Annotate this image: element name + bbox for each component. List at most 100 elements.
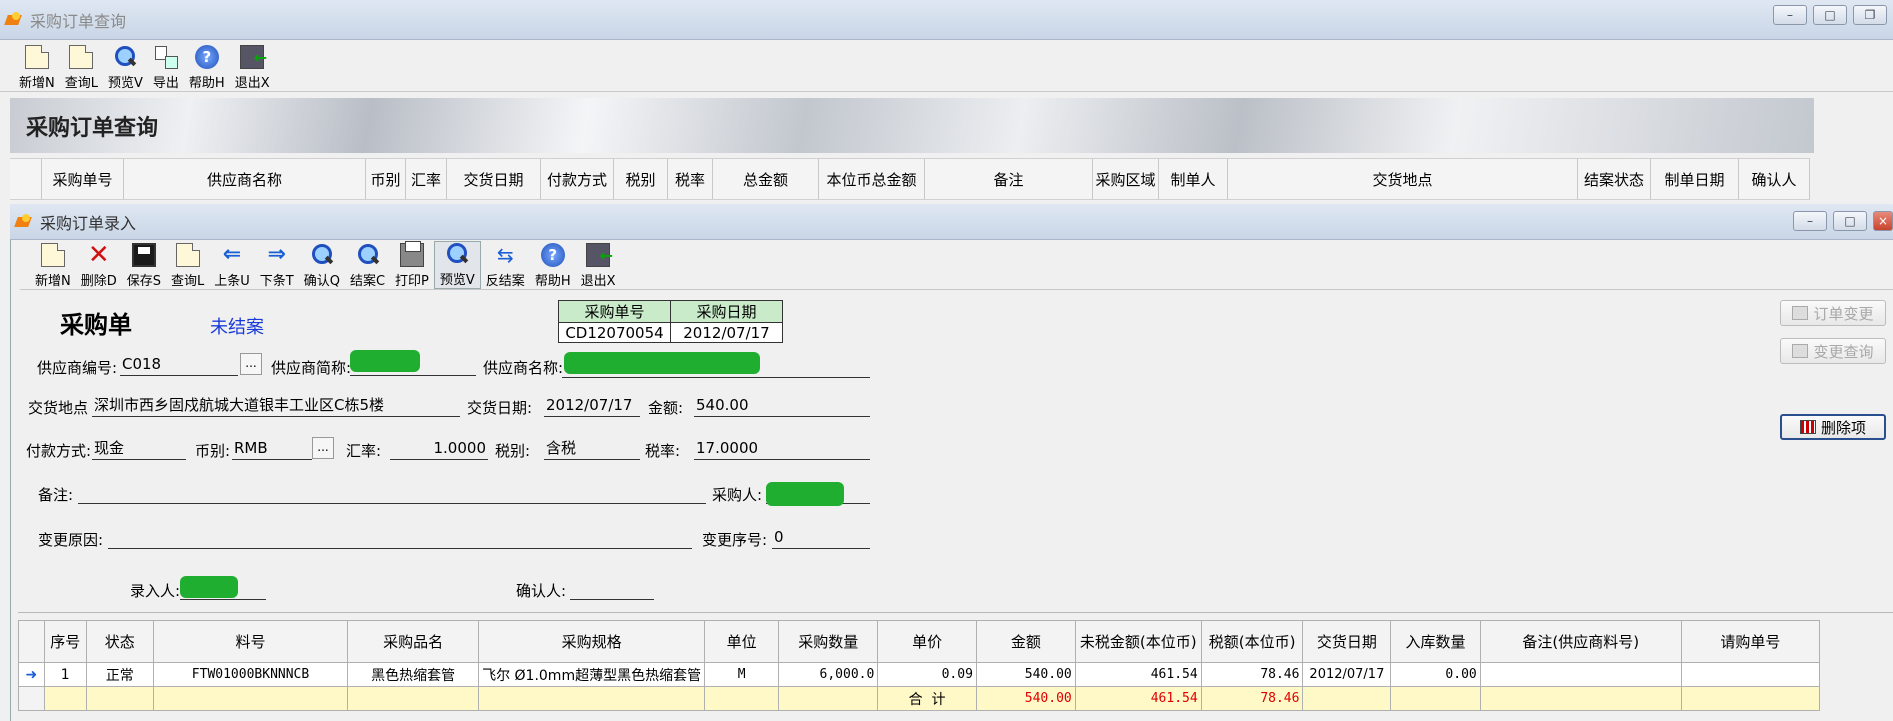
cell-spec[interactable]: 飞尔 Ø1.0mm超薄型黑色热缩套管 <box>478 662 706 687</box>
exit-button[interactable]: 退出X <box>576 241 621 289</box>
col-header[interactable]: 税额(本位币) <box>1200 620 1304 663</box>
cell-tax[interactable]: 78.46 <box>1200 662 1304 687</box>
change-seq-input[interactable]: 0 <box>772 527 870 549</box>
new-button[interactable]: 新增N <box>30 241 76 289</box>
close-case-button[interactable]: 结案C <box>345 241 390 289</box>
col-header[interactable]: 币别 <box>366 159 406 199</box>
cell-net[interactable]: 461.54 <box>1074 662 1202 687</box>
col-header[interactable]: 交货日期 <box>447 159 541 199</box>
col-header[interactable]: 结案状态 <box>1578 159 1651 199</box>
col-header[interactable]: 请购单号 <box>1680 620 1821 663</box>
cell-received[interactable]: 0.00 <box>1390 662 1481 687</box>
total-cell <box>704 686 780 711</box>
outer-minimize-button[interactable]: – <box>1773 5 1807 25</box>
outer-maximize-button[interactable]: □ <box>1813 5 1847 25</box>
tax-type-input[interactable]: 含税 <box>544 438 640 460</box>
col-header[interactable]: 单价 <box>877 620 977 663</box>
save-button[interactable]: 保存S <box>122 241 166 289</box>
col-header[interactable]: 本位币总金额 <box>819 159 925 199</box>
col-header[interactable]: 付款方式 <box>541 159 614 199</box>
cell-remark[interactable] <box>1479 662 1682 687</box>
delivery-date-input[interactable]: 2012/07/17 <box>544 395 640 417</box>
total-tax: 78.46 <box>1200 686 1304 711</box>
reverse-close-button[interactable]: 反结案 <box>481 241 530 289</box>
prev-button[interactable]: ⇐ 上条U <box>209 241 255 290</box>
row-indicator <box>18 686 45 711</box>
col-header[interactable]: 采购数量 <box>778 620 879 663</box>
remark-input[interactable] <box>78 482 706 504</box>
outer-preview-button[interactable]: 预览V <box>103 43 148 91</box>
outer-help-button[interactable]: ? 帮助H <box>184 43 230 91</box>
inner-minimize-button[interactable]: – <box>1793 211 1827 231</box>
col-header[interactable]: 未税金额(本位币) <box>1074 620 1202 663</box>
col-header[interactable]: 制单日期 <box>1651 159 1739 199</box>
help-button[interactable]: ? 帮助H <box>530 241 576 289</box>
cell-part[interactable]: FTW01000BKNNNCB <box>152 662 349 687</box>
col-header[interactable]: 序号 <box>43 620 87 663</box>
outer-exit-button[interactable]: 退出X <box>230 43 275 91</box>
currency-browse-button[interactable]: ... <box>312 437 334 459</box>
cell-seq[interactable]: 1 <box>43 662 87 687</box>
payment-input[interactable]: 现金 <box>92 438 186 460</box>
table-row[interactable]: ➜ 1 正常 FTW01000BKNNNCB 黑色热缩套管 飞尔 Ø1.0mm超… <box>18 662 1821 687</box>
delivery-place-input[interactable]: 深圳市西乡固戍航城大道银丰工业区C栋5楼 <box>92 395 460 417</box>
cell-qty[interactable]: 6,000.0 <box>778 662 879 687</box>
preview-icon <box>445 242 469 266</box>
cell-amount[interactable]: 540.00 <box>975 662 1076 687</box>
delete-button[interactable]: ✕ 删除D <box>76 241 122 289</box>
order-change-button[interactable]: 订单变更 <box>1780 300 1886 326</box>
outer-export-button[interactable]: 导出 <box>148 43 184 91</box>
col-header[interactable]: 入库数量 <box>1390 620 1481 663</box>
col-header[interactable]: 税率 <box>668 159 713 199</box>
tool-label: 预览V <box>439 273 475 288</box>
help-icon: ? <box>194 45 219 69</box>
col-header[interactable]: 采购规格 <box>478 620 706 663</box>
col-header[interactable]: 料号 <box>152 620 349 663</box>
rate-input[interactable]: 1.0000 <box>390 438 488 460</box>
preview-button[interactable]: 预览V <box>433 241 481 289</box>
col-header[interactable]: 采购区域 <box>1093 159 1159 199</box>
col-header[interactable]: 交货日期 <box>1302 620 1392 663</box>
col-header[interactable]: 制单人 <box>1159 159 1228 199</box>
col-header[interactable]: 备注 <box>925 159 1093 199</box>
supplier-browse-button[interactable]: ... <box>240 353 262 375</box>
col-header[interactable]: 状态 <box>85 620 154 663</box>
col-header[interactable]: 交货地点 <box>1228 159 1578 199</box>
delete-item-button[interactable]: 删除项 <box>1780 414 1886 440</box>
change-reason-input[interactable] <box>108 527 692 549</box>
cell-price[interactable]: 0.09 <box>877 662 977 687</box>
cell-name[interactable]: 黑色热缩套管 <box>347 662 480 687</box>
col-header[interactable]: 单位 <box>704 620 780 663</box>
col-header[interactable]: 备注(供应商料号) <box>1479 620 1682 663</box>
total-cell <box>43 686 87 711</box>
col-header[interactable]: 总金额 <box>713 159 819 199</box>
cell-date[interactable]: 2012/07/17 <box>1302 662 1392 687</box>
tax-rate-input[interactable]: 17.0000 <box>694 438 870 460</box>
currency-input[interactable]: RMB <box>232 438 312 460</box>
print-button[interactable]: 打印P <box>390 241 434 289</box>
row-indicator-header <box>10 159 42 199</box>
next-button[interactable]: ⇒ 下条T <box>255 241 299 290</box>
col-header[interactable]: 供应商名称 <box>124 159 366 199</box>
cell-req[interactable] <box>1680 662 1821 687</box>
outer-new-button[interactable]: 新增N <box>14 43 60 91</box>
change-query-button[interactable]: 变更查询 <box>1780 338 1886 364</box>
confirm-button[interactable]: 确认Q <box>299 241 345 289</box>
col-header[interactable]: 金额 <box>975 620 1076 663</box>
cell-status[interactable]: 正常 <box>85 662 154 687</box>
col-header[interactable]: 税别 <box>614 159 668 199</box>
inner-close-button[interactable]: × <box>1873 211 1893 231</box>
outer-query-button[interactable]: 查询L <box>60 43 103 91</box>
col-header[interactable]: 确认人 <box>1739 159 1810 199</box>
supplier-code-input[interactable]: C018 <box>120 354 238 376</box>
cell-unit[interactable]: M <box>704 662 780 687</box>
inner-maximize-button[interactable]: □ <box>1833 211 1867 231</box>
tool-label: 确认Q <box>303 274 340 289</box>
col-header[interactable]: 汇率 <box>406 159 447 199</box>
col-header[interactable]: 采购单号 <box>42 159 124 199</box>
col-header[interactable]: 采购品名 <box>347 620 480 663</box>
confirmer-input[interactable] <box>570 578 654 600</box>
outer-restore-button[interactable]: ❐ <box>1853 5 1887 25</box>
query-button[interactable]: 查询L <box>166 241 209 289</box>
amount-input[interactable]: 540.00 <box>694 395 870 417</box>
